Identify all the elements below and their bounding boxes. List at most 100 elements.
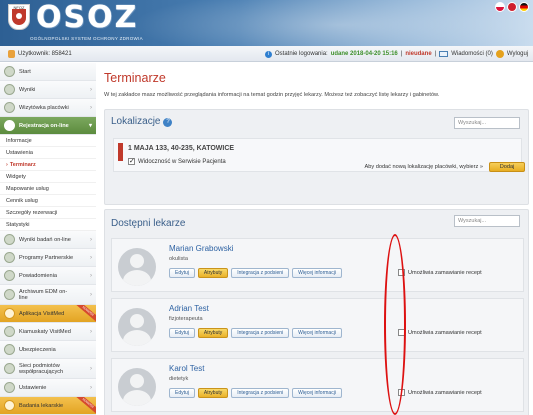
- bell-icon: [4, 270, 15, 281]
- edit-button[interactable]: Edytuj: [169, 268, 195, 278]
- more-info-button[interactable]: Więcej informacji: [292, 388, 342, 398]
- sidebar-subitem-terminarz[interactable]: Terminarz: [0, 159, 96, 171]
- more-info-button[interactable]: Więcej informacji: [292, 328, 342, 338]
- doctor-specialty: okulista: [169, 256, 188, 262]
- sidebar-item-label: Aplikacja VisitMed: [19, 310, 65, 317]
- medical-exam-icon: [4, 400, 15, 411]
- sidebar-subitem-statystyki[interactable]: Statystyki: [0, 219, 96, 231]
- sidebar: Start Wyniki › Wizytówka placówki › Reje…: [0, 63, 96, 415]
- integration-button[interactable]: Integracja z podsieni: [231, 328, 290, 338]
- flag-de-icon[interactable]: [519, 2, 529, 12]
- attributes-button[interactable]: Atrybuty: [197, 268, 229, 278]
- attributes-button[interactable]: Atrybuty: [197, 328, 229, 338]
- prescription-label: Umożliwia zamawianie recept: [408, 389, 482, 396]
- sidebar-item-kiamuskaty[interactable]: Kiamuskaty VisitMed ›: [0, 323, 96, 341]
- sidebar-item-label: Ubezpieczenia: [19, 346, 56, 353]
- sidebar-item-label: Sieci podmiotów współpracujących: [19, 362, 64, 375]
- sidebar-item-aplikacja[interactable]: Aplikacja VisitMed NOWOŚĆ: [0, 305, 96, 323]
- home-icon: [4, 66, 15, 77]
- prescription-checkbox[interactable]: [398, 329, 405, 336]
- doctor-card: Adrian Test fizjoterapeuta Edytuj Atrybu…: [111, 298, 524, 352]
- chevron-right-icon: ›: [90, 236, 92, 243]
- integration-button[interactable]: Integracja z podsieni: [231, 268, 290, 278]
- mail-icon: [439, 51, 449, 57]
- emblem-shield-icon: [12, 9, 26, 25]
- doctor-actions: Edytuj Atrybuty Integracja z podsieni Wi…: [169, 268, 342, 278]
- sidebar-item-wizytowka[interactable]: Wizytówka placówki ›: [0, 99, 96, 117]
- chevron-right-icon: ›: [90, 328, 92, 335]
- doctor-actions: Edytuj Atrybuty Integracja z podsieni Wi…: [169, 388, 342, 398]
- doctor-specialty: dietetyk: [169, 376, 189, 382]
- more-info-button[interactable]: Więcej informacji: [292, 268, 342, 278]
- user-info: Użytkownik: 858421: [8, 49, 72, 58]
- doctor-name[interactable]: Adrian Test: [169, 304, 209, 313]
- doctor-name[interactable]: Karol Test: [169, 364, 204, 373]
- chevron-right-icon: ›: [90, 384, 92, 391]
- flag-pl-icon[interactable]: [495, 2, 505, 12]
- sidebar-subitem-widgety[interactable]: Widgety: [0, 171, 96, 183]
- chevron-right-icon: ›: [90, 291, 92, 298]
- sidebar-item-start[interactable]: Start: [0, 63, 96, 81]
- sidebar-subitem-cennik[interactable]: Cennik usług: [0, 195, 96, 207]
- add-location-button[interactable]: Dodaj: [489, 162, 525, 172]
- new-ribbon: NOWOŚĆ: [74, 397, 96, 415]
- page-description: W tej zakładce masz możliwość przeglądan…: [104, 92, 440, 98]
- partners-icon: [4, 252, 15, 263]
- sidebar-item-label: Archiwum EDM on-line: [19, 288, 68, 301]
- avatar: [118, 308, 156, 346]
- info-icon: i: [265, 50, 272, 58]
- prescription-checkbox[interactable]: [398, 389, 405, 396]
- attributes-button[interactable]: Atrybuty: [197, 388, 229, 398]
- avatar: [118, 368, 156, 406]
- doctors-search-input[interactable]: Wyszukaj...: [454, 215, 520, 227]
- help-icon[interactable]: ?: [163, 118, 173, 127]
- sidebar-subitem-ustawienia[interactable]: Ustawienia: [0, 147, 96, 159]
- edit-button[interactable]: Edytuj: [169, 328, 195, 338]
- chevron-right-icon: ›: [90, 104, 92, 111]
- sidebar-subitem-informacje[interactable]: Informacje: [0, 135, 96, 147]
- prescription-option[interactable]: Umożliwia zamawianie recept: [398, 269, 482, 276]
- sidebar-item-archiwum[interactable]: Archiwum EDM on-line ›: [0, 285, 96, 305]
- locations-heading: Lokalizacje?: [111, 116, 173, 127]
- visibility-checkbox[interactable]: [128, 157, 135, 165]
- last-login-failed[interactable]: nieudane: [405, 51, 431, 57]
- sidebar-item-label: Start: [19, 68, 31, 75]
- prescription-option[interactable]: Umożliwia zamawianie recept: [398, 389, 482, 396]
- sidebar-item-wyniki-online[interactable]: Wyniki badań on-line ›: [0, 231, 96, 249]
- sidebar-item-ubezpieczenia[interactable]: Ubezpieczenia: [0, 341, 96, 359]
- session-info: i Ostatnie logowania: udane 2018-04-20 1…: [265, 46, 528, 62]
- sidebar-subitem-mapowanie[interactable]: Mapowanie usług: [0, 183, 96, 195]
- flag-en-icon[interactable]: [507, 2, 517, 12]
- messages-link[interactable]: Wiadomości (0): [451, 51, 493, 57]
- sidebar-item-programy[interactable]: Programy Partnerskie ›: [0, 249, 96, 267]
- doctor-name[interactable]: Marian Grabowski: [169, 244, 233, 253]
- sidebar-item-sieci[interactable]: Sieci podmiotów współpracujących ›: [0, 359, 96, 379]
- sidebar-item-rejestracja[interactable]: Rejestracja on-line ▾: [0, 117, 96, 135]
- sidebar-item-powiadomienia[interactable]: Powiadomienia ›: [0, 267, 96, 285]
- sidebar-item-ustawienie[interactable]: Ustawienie ›: [0, 379, 96, 397]
- prescription-option[interactable]: Umożliwia zamawianie recept: [398, 329, 482, 336]
- doctor-specialty: fizjoterapeuta: [169, 316, 203, 322]
- app-subtitle: OGÓLNOPOLSKI SYSTEM OCHRONY ZDROWIA: [30, 36, 143, 41]
- language-switcher: [495, 2, 529, 12]
- sidebar-item-wyniki[interactable]: Wyniki ›: [0, 81, 96, 99]
- sidebar-item-label: Wyniki badań on-line: [19, 236, 71, 243]
- doctors-panel: Dostępni lekarze Wyszukaj... Marian Grab…: [104, 209, 529, 415]
- archive-icon: [4, 289, 15, 300]
- add-location-text: Aby dodać nową lokalizację placówki, wyb…: [364, 164, 483, 170]
- locations-search-input[interactable]: Wyszukaj...: [454, 117, 520, 129]
- edit-button[interactable]: Edytuj: [169, 388, 195, 398]
- locations-panel: Lokalizacje? Wyszukaj... 1 MAJA 133, 40-…: [104, 109, 529, 205]
- main-content: Terminarze W tej zakładce masz możliwość…: [104, 63, 533, 415]
- sidebar-item-label: Wizytówka placówki: [19, 104, 69, 111]
- sidebar-item-badania[interactable]: Badania lekarskie NOWOŚĆ: [0, 397, 96, 415]
- card-icon: [4, 102, 15, 113]
- prescription-checkbox[interactable]: [398, 269, 405, 276]
- integration-button[interactable]: Integracja z podsieni: [231, 388, 290, 398]
- app-logo[interactable]: OSOZ: [36, 2, 138, 34]
- logout-link[interactable]: Wyloguj: [507, 51, 528, 57]
- separator: |: [434, 51, 437, 57]
- visibility-toggle[interactable]: Widoczność w Serwisie Pacjenta: [128, 157, 226, 165]
- settings-icon: [4, 382, 15, 393]
- sidebar-subitem-szczegoly[interactable]: Szczegóły rezerwacji: [0, 207, 96, 219]
